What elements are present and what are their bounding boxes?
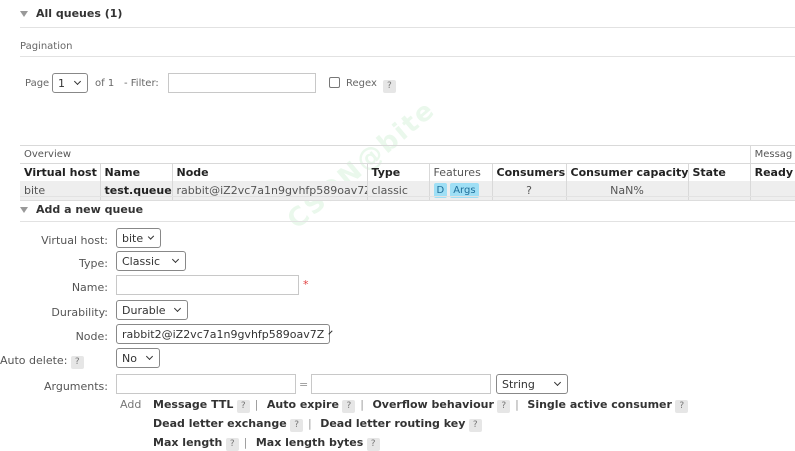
queue-name-link[interactable]: test.queue: [99, 180, 172, 201]
virtual-host-label: Virtual host:: [41, 234, 108, 247]
cell-consumers: ?: [491, 180, 566, 201]
col-features: Features: [428, 163, 492, 181]
col-consumer-capacity[interactable]: Consumer capacity: [565, 163, 688, 181]
required-mark: *: [303, 278, 309, 291]
arguments-label: Arguments:: [43, 380, 108, 393]
col-virtual-host[interactable]: Virtual host: [20, 163, 100, 181]
help-icon[interactable]: ?: [70, 356, 84, 369]
type-label: Type:: [79, 257, 108, 270]
add-queue-title: Add a new queue: [36, 203, 144, 216]
page-select-value: 1: [58, 76, 65, 90]
arg-max-length-link[interactable]: Max length: [153, 436, 222, 449]
name-label: Name:: [71, 281, 108, 294]
divider: [20, 27, 795, 28]
cell-state: [687, 180, 751, 201]
node-label: Node:: [75, 330, 108, 343]
overview-group-label: Overview: [20, 145, 751, 164]
regex-checkbox[interactable]: [329, 77, 340, 88]
cell-features: D Args: [428, 180, 492, 201]
chevron-down-icon: [553, 378, 562, 387]
auto-delete-value: No: [122, 351, 137, 365]
argument-key-input[interactable]: [116, 374, 296, 394]
arg-overflow-behaviour-link[interactable]: Overflow behaviour: [372, 398, 493, 411]
auto-delete-select[interactable]: No: [116, 348, 160, 368]
arg-single-active-consumer-link[interactable]: Single active consumer: [527, 398, 672, 411]
col-state[interactable]: State: [687, 163, 751, 181]
col-type[interactable]: Type: [366, 163, 429, 181]
all-queues-toggle[interactable]: All queues (1): [20, 7, 122, 20]
help-icon[interactable]: ?: [236, 400, 250, 413]
argument-type-value: String: [502, 377, 535, 391]
auto-delete-label: Auto delete:: [0, 354, 68, 367]
messages-group-label: Messag: [749, 145, 795, 164]
divider: [20, 196, 795, 197]
help-icon[interactable]: ?: [468, 419, 482, 432]
page-label: Page: [25, 78, 50, 89]
help-icon[interactable]: ?: [290, 419, 303, 432]
add-queue-toggle[interactable]: Add a new queue: [20, 203, 143, 216]
arg-message-ttl-link[interactable]: Message TTL: [153, 398, 233, 411]
arg-dead-letter-routing-key-link[interactable]: Dead letter routing key: [320, 417, 465, 430]
help-icon[interactable]: ?: [675, 400, 689, 413]
col-node[interactable]: Node: [171, 163, 367, 181]
col-ready[interactable]: Ready: [749, 163, 795, 181]
chevron-down-icon: [173, 304, 182, 313]
help-icon[interactable]: ?: [366, 438, 380, 451]
col-consumers[interactable]: Consumers: [491, 163, 566, 181]
node-value: rabbit2@iZ2vc7a1n9gvhfp589oav7Z: [122, 327, 325, 341]
cell-virtual-host: bite: [20, 180, 100, 201]
chevron-down-icon: [145, 352, 154, 361]
chevron-down-icon: [171, 255, 180, 264]
cell-type: classic: [366, 180, 429, 201]
argument-shortcuts-row1: Message TTL ? | Auto expire ? | Overflow b…: [153, 398, 689, 413]
page-select[interactable]: 1: [52, 73, 88, 93]
queues-table: Overview Messag Virtual host Name Node T…: [20, 145, 795, 201]
node-select[interactable]: rabbit2@iZ2vc7a1n9gvhfp589oav7Z: [116, 324, 333, 344]
durability-label: Durability:: [51, 306, 108, 319]
help-icon[interactable]: ?: [497, 400, 511, 413]
regex-label: Regex: [346, 78, 377, 89]
chevron-down-icon: [73, 77, 82, 86]
cell-node: rabbit@iZ2vc7a1n9gvhfp589oav7Z: [171, 180, 367, 201]
add-argument-label: Add: [120, 398, 142, 411]
virtual-host-value: bite: [122, 231, 144, 245]
arg-dead-letter-exchange-link[interactable]: Dead letter exchange: [153, 417, 287, 430]
help-icon: ?: [383, 80, 396, 93]
table-row[interactable]: bite test.queue rabbit@iZ2vc7a1n9gvhfp58…: [20, 180, 795, 201]
argument-type-select[interactable]: String: [496, 374, 568, 394]
divider: [20, 221, 795, 222]
argument-shortcuts-row3: Max length ? | Max length bytes ?: [153, 436, 380, 451]
chevron-down-icon: [328, 330, 333, 335]
cell-ready: N: [749, 180, 795, 201]
filter-label: - Filter:: [124, 78, 159, 89]
arg-max-length-bytes-link[interactable]: Max length bytes: [256, 436, 363, 449]
argument-value-input[interactable]: [311, 374, 491, 394]
col-name[interactable]: Name: [99, 163, 172, 181]
regex-help[interactable]: ?: [383, 78, 396, 93]
all-queues-title: All queues (1): [36, 7, 123, 20]
argument-shortcuts-row2: Dead letter exchange ? | Dead letter rout…: [153, 417, 482, 432]
divider: [20, 56, 795, 57]
filter-input[interactable]: [168, 73, 316, 93]
pagination-label: Pagination: [20, 41, 73, 52]
help-icon[interactable]: ?: [342, 400, 356, 413]
help-icon[interactable]: ?: [225, 438, 239, 451]
type-value: Classic: [122, 254, 161, 268]
queue-name-input[interactable]: [116, 275, 299, 295]
cell-consumer-capacity: NaN%: [565, 180, 688, 201]
chevron-down-icon: [147, 233, 155, 240]
durability-select[interactable]: Durable: [116, 300, 188, 320]
equals-sign: =: [299, 378, 309, 391]
virtual-host-select[interactable]: bite: [116, 228, 161, 248]
arg-auto-expire-link[interactable]: Auto expire: [267, 398, 339, 411]
collapse-triangle-icon: [20, 10, 28, 17]
auto-delete-label-group: Auto delete: ?: [0, 354, 84, 369]
collapse-triangle-icon: [20, 206, 28, 213]
page-of-label: of 1: [95, 78, 115, 89]
durability-value: Durable: [122, 303, 166, 317]
type-select[interactable]: Classic: [116, 251, 186, 271]
